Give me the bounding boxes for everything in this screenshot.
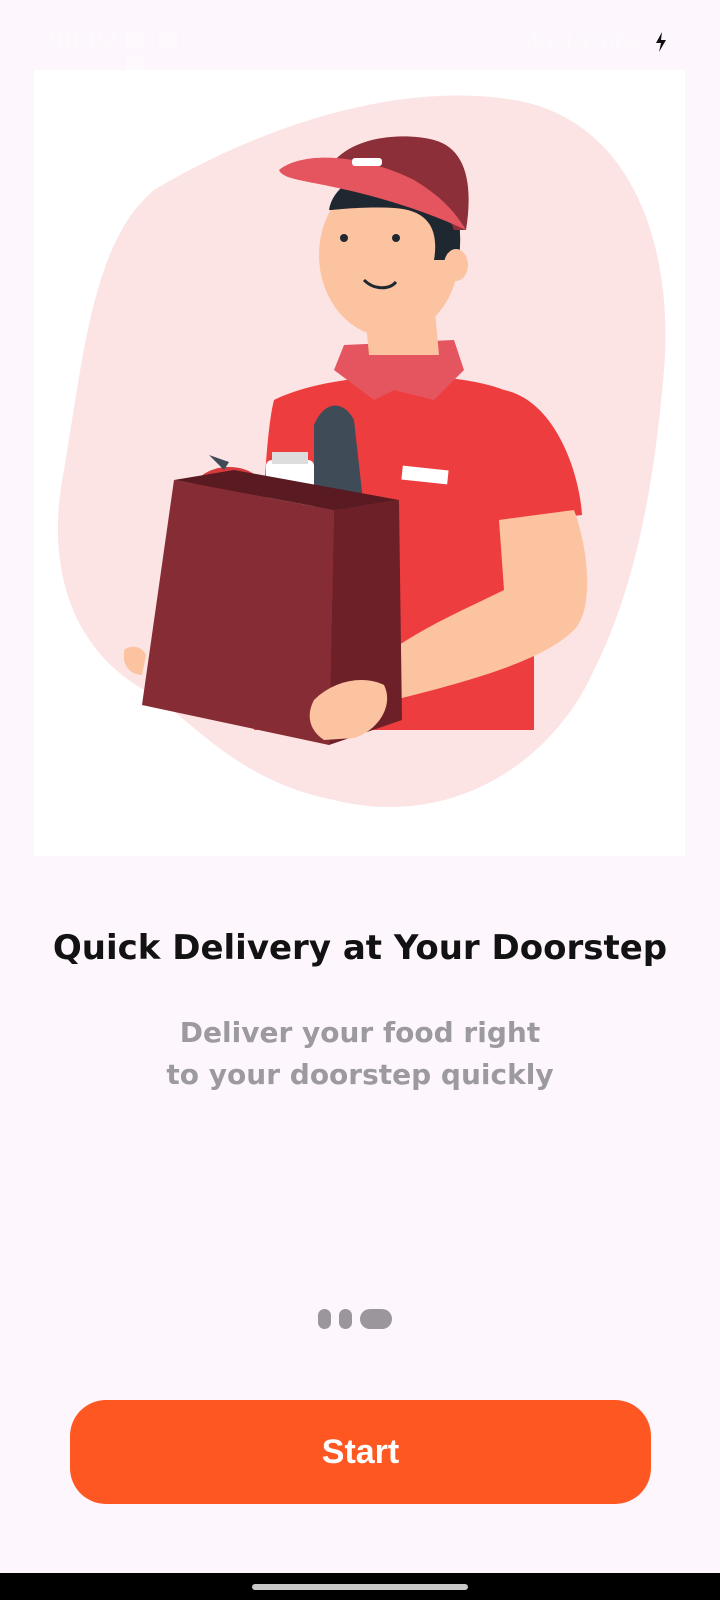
- notification-icon: [126, 31, 144, 49]
- onboarding-illustration: [34, 70, 685, 856]
- notification-icon: [159, 31, 177, 49]
- status-indicators: 4G 4G 90%: [526, 30, 640, 54]
- onboarding-subtitle: Deliver your food right to your doorstep…: [166, 1016, 554, 1091]
- page-dot: [339, 1309, 352, 1329]
- page-indicator: [318, 1309, 402, 1329]
- status-time: 08:02: [50, 28, 119, 53]
- charging-icon: [656, 32, 666, 52]
- delivery-man-illustration: [57, 95, 666, 808]
- status-bar: 08:02 4G 4G 90%: [0, 0, 720, 80]
- page-dot: [318, 1309, 331, 1329]
- home-indicator[interactable]: [252, 1584, 468, 1590]
- page-dot-active: [360, 1309, 392, 1329]
- start-button[interactable]: Start: [70, 1400, 651, 1504]
- onboarding-title: Quick Delivery at Your Doorstep: [52, 928, 668, 968]
- system-nav-bar: [0, 1573, 720, 1600]
- notification-icons: [126, 30, 216, 74]
